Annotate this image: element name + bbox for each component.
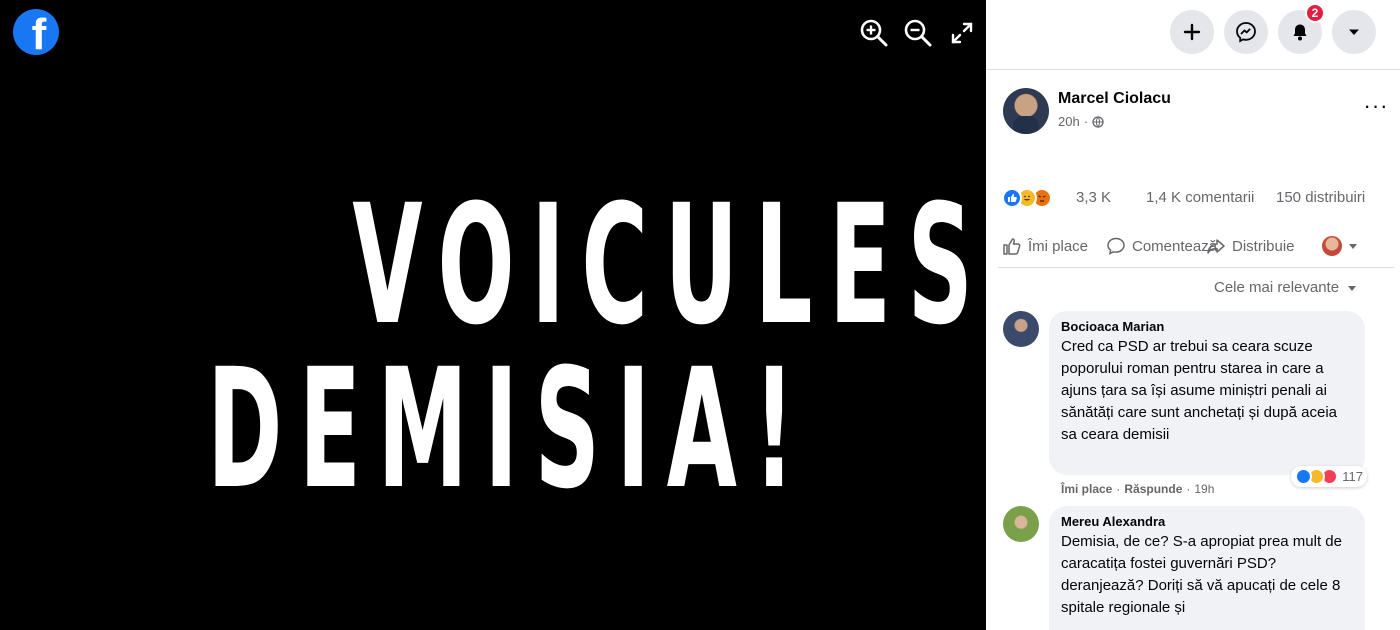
share-button[interactable]: Distribuie — [1206, 236, 1295, 256]
notification-badge: 2 — [1305, 3, 1325, 23]
comment-reaction-count: 117 — [1342, 469, 1363, 484]
comment-sort-dropdown[interactable]: Cele mai relevante — [1214, 279, 1357, 296]
commenter-avatar[interactable] — [1003, 506, 1039, 542]
comment-reactions[interactable]: 117 — [1291, 466, 1367, 487]
create-button[interactable] — [1170, 10, 1214, 54]
bell-icon — [1293, 24, 1307, 41]
comments-count[interactable]: 1,4 K comentarii — [1146, 189, 1254, 206]
commenter-name[interactable]: Bocioaca Marian — [1061, 319, 1353, 334]
caret-down-icon — [1349, 29, 1359, 35]
comment-like-button[interactable]: Îmi place — [1061, 482, 1112, 496]
comment-icon — [1107, 237, 1125, 255]
post-sidebar: 2 Marcel Ciolacu 20h · ··· 3,3 K 1,4 K c… — [986, 0, 1400, 630]
zoom-out-icon[interactable] — [900, 16, 936, 50]
shares-count[interactable]: 150 distribuiri — [1276, 189, 1365, 206]
messenger-button[interactable] — [1224, 10, 1268, 54]
caret-down-icon — [1348, 285, 1357, 291]
comment-actions: Îmi place · Răspunde · 19h — [1061, 482, 1215, 496]
post-stats: 3,3 K 1,4 K comentarii 150 distribuiri — [1002, 186, 1396, 210]
zoom-in-icon[interactable] — [856, 16, 892, 50]
post-meta: 20h · — [1058, 114, 1104, 129]
facebook-logo-icon[interactable]: f — [13, 9, 59, 55]
like-button[interactable]: Îmi place — [1002, 236, 1088, 256]
author-avatar[interactable] — [1003, 88, 1049, 134]
reaction-as-selector[interactable] — [1322, 236, 1358, 256]
post-time[interactable]: 20h — [1058, 114, 1080, 129]
notifications-button[interactable]: 2 — [1278, 3, 1325, 54]
share-icon — [1207, 239, 1225, 254]
author-name[interactable]: Marcel Ciolacu — [1058, 90, 1171, 108]
comment-label: Comentează — [1132, 237, 1218, 255]
comment-time[interactable]: 19h — [1194, 482, 1214, 496]
comment-text: Demisia, de ce? S-a apropiat prea mult d… — [1061, 533, 1342, 616]
reaction-icons[interactable] — [1002, 188, 1052, 208]
comment-text: Cred ca PSD ar trebui sa ceara scuze pop… — [1061, 338, 1338, 443]
like-reaction-icon — [1002, 188, 1022, 208]
comment-button[interactable]: Comentează — [1106, 236, 1217, 256]
reactions-count[interactable]: 3,3 K — [1076, 189, 1111, 206]
comment-bubble: Mereu Alexandra Demisia, de ce? S-a apro… — [1049, 506, 1365, 630]
caret-down-icon — [1349, 244, 1357, 249]
messenger-icon — [1236, 22, 1256, 43]
fullscreen-icon[interactable] — [944, 16, 980, 50]
post-actions: Îmi place Comentează Distribuie — [998, 228, 1394, 268]
headline-line-2: DEMISIA! — [207, 333, 812, 525]
share-label: Distribuie — [1232, 237, 1295, 255]
thumbs-up-icon — [1003, 238, 1021, 255]
viewer-toolbar — [856, 16, 980, 50]
comment-bubble: Bocioaca Marian Cred ca PSD ar trebui sa… — [1049, 311, 1367, 487]
post-header: Marcel Ciolacu 20h · ··· — [1003, 88, 1393, 138]
like-label: Îmi place — [1028, 237, 1089, 255]
user-avatar — [1322, 236, 1342, 256]
more-options-button[interactable]: ··· — [1359, 93, 1393, 118]
headline-line-1: VOICULESCU, — [352, 169, 986, 361]
commenter-name[interactable]: Mereu Alexandra — [1061, 514, 1353, 529]
top-navigation: 2 — [986, 0, 1400, 70]
globe-icon — [1092, 115, 1104, 128]
commenter-avatar[interactable] — [1003, 311, 1039, 347]
comment-reply-button[interactable]: Răspunde — [1124, 482, 1182, 496]
account-menu-button[interactable] — [1332, 10, 1376, 54]
plus-icon — [1183, 23, 1201, 41]
sort-label: Cele mai relevante — [1214, 279, 1340, 296]
photo-viewer: f VOICULESCU, DEMISIA! — [0, 0, 986, 630]
